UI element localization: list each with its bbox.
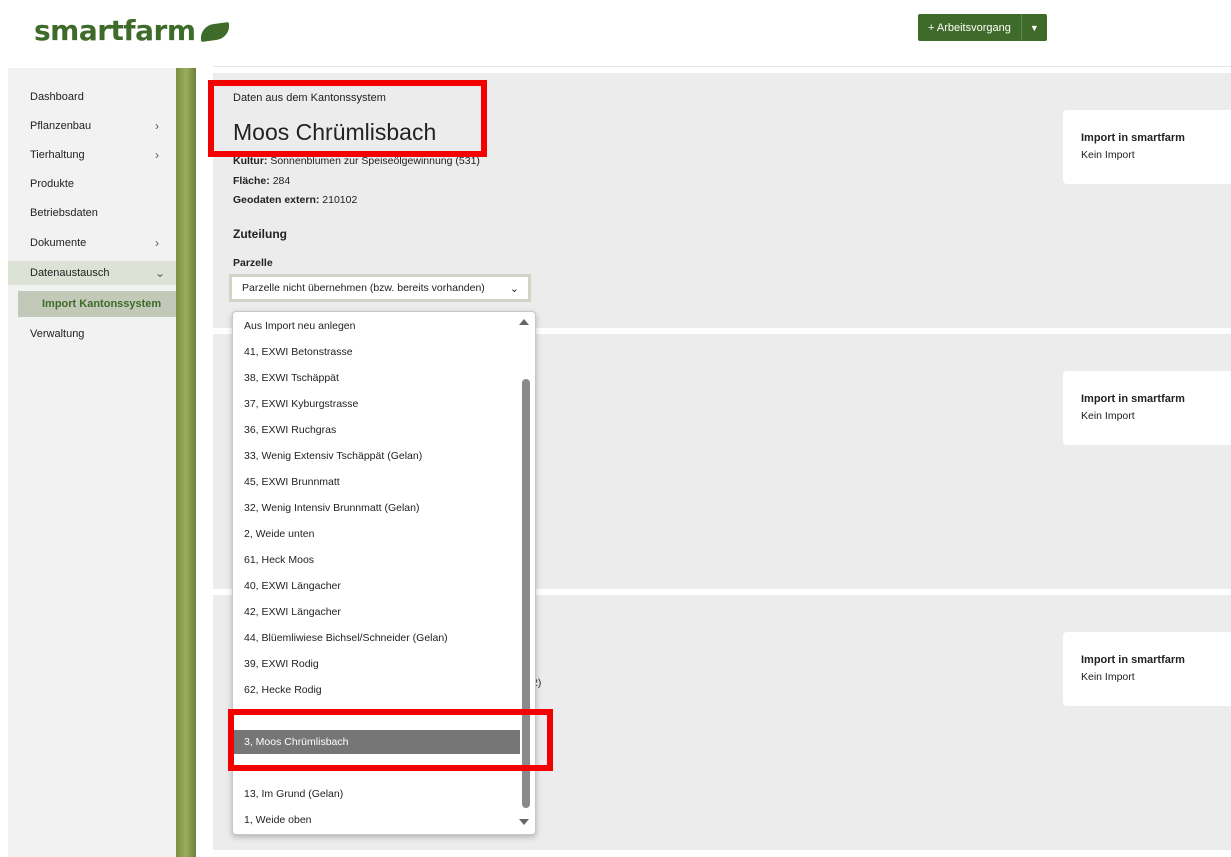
add-arbeitsvorgang-button[interactable]: + Arbeitsvorgang ▼: [918, 14, 1047, 41]
import-card-value: Kein Import: [1081, 671, 1135, 683]
dropdown-option[interactable]: Aus Import neu anlegen: [234, 314, 520, 338]
highlight-box-selected-option: [228, 709, 553, 771]
scroll-up-arrow-icon[interactable]: [519, 319, 529, 325]
sidebar-item-verwaltung[interactable]: Verwaltung: [8, 323, 176, 345]
sidebar-item-pflanzenbau[interactable]: Pflanzenbau ›: [8, 115, 176, 137]
flaeche-field: Fläche: 284: [233, 175, 290, 187]
divider: [213, 66, 1231, 67]
dropdown-option[interactable]: 39, EXWI Rodig: [234, 652, 520, 676]
parzelle-select[interactable]: Parzelle nicht übernehmen (bzw. bereits …: [229, 274, 531, 302]
parzelle-select-value: Parzelle nicht übernehmen (bzw. bereits …: [242, 282, 485, 294]
flaeche-value: 284: [272, 175, 291, 187]
dropdown-option[interactable]: 42, EXWI Längacher: [234, 600, 520, 624]
sidebar-item-label: Tierhaltung: [30, 149, 85, 161]
import-card-title: Import in smartfarm: [1081, 654, 1185, 666]
sidebar-item-label: Produkte: [30, 178, 75, 190]
highlight-box-title: [208, 80, 487, 157]
geodaten-field: Geodaten extern: 210102: [233, 194, 357, 206]
sidebar-item-dashboard[interactable]: Dashboard: [8, 86, 176, 108]
dropdown-option[interactable]: 61, Heck Moos: [234, 548, 520, 572]
sidebar-item-label: Dashboard: [30, 91, 84, 103]
import-status-card: Import in smartfarm Kein Import: [1063, 110, 1231, 184]
dropdown-option[interactable]: 1, Weide oben: [234, 808, 520, 832]
sidebar: Dashboard Pflanzenbau › Tierhaltung › Pr…: [8, 68, 176, 857]
dropdown-option[interactable]: 45, EXWI Brunnmatt: [234, 470, 520, 494]
add-arbeitsvorgang-label[interactable]: + Arbeitsvorgang: [918, 14, 1022, 41]
dropdown-option[interactable]: 40, EXWI Längacher: [234, 574, 520, 598]
dropdown-option[interactable]: 38, EXWI Tschäppät: [234, 366, 520, 390]
caret-down-icon[interactable]: ▼: [1022, 23, 1047, 33]
chevron-down-icon: ⌄: [509, 282, 519, 295]
flaeche-label: Fläche:: [233, 175, 270, 187]
dropdown-option[interactable]: 37, EXWI Kyburgstrasse: [234, 392, 520, 416]
sidebar-item-label: Betriebsdaten: [30, 207, 98, 219]
leaf-icon: [198, 21, 231, 43]
import-card-value: Kein Import: [1081, 149, 1135, 161]
dropdown-option[interactable]: 62, Hecke Rodig: [234, 678, 520, 702]
import-card-title: Import in smartfarm: [1081, 132, 1185, 144]
dropdown-option[interactable]: 13, Im Grund (Gelan): [234, 782, 520, 806]
import-status-card: Import in smartfarm Kein Import: [1063, 371, 1231, 445]
sidebar-item-betriebsdaten[interactable]: Betriebsdaten: [8, 202, 176, 224]
geodaten-value: 210102: [322, 194, 358, 206]
sidebar-item-dokumente[interactable]: Dokumente ›: [8, 232, 176, 254]
scroll-down-arrow-icon[interactable]: [519, 819, 529, 825]
sidebar-item-tierhaltung[interactable]: Tierhaltung ›: [8, 144, 176, 166]
dropdown-option[interactable]: 36, EXWI Ruchgras: [234, 418, 520, 442]
dropdown-option[interactable]: 41, EXWI Betonstrasse: [234, 340, 520, 364]
dropdown-option[interactable]: 32, Wenig Intensiv Brunnmatt (Gelan): [234, 496, 520, 520]
sidebar-item-label: Import Kantonssystem: [42, 298, 162, 310]
sidebar-item-datenaustausch[interactable]: Datenaustausch ⌄: [8, 261, 176, 285]
dropdown-option[interactable]: 44, Blüemliwiese Bichsel/Schneider (Gela…: [234, 626, 520, 650]
decorative-image-strip: [176, 68, 196, 857]
sidebar-item-label: Dokumente: [30, 237, 87, 249]
import-card-title: Import in smartfarm: [1081, 393, 1185, 405]
zuteilung-heading: Zuteilung: [233, 227, 287, 241]
chevron-right-icon: ›: [155, 236, 159, 250]
sidebar-item-produkte[interactable]: Produkte: [8, 173, 176, 195]
parzelle-label: Parzelle: [233, 257, 273, 269]
chevron-right-icon: ›: [155, 119, 159, 133]
chevron-right-icon: ›: [155, 148, 159, 162]
chevron-down-icon: ⌄: [155, 266, 166, 280]
geodaten-label: Geodaten extern:: [233, 194, 320, 206]
import-card-value: Kein Import: [1081, 410, 1135, 422]
dropdown-option[interactable]: 33, Wenig Extensiv Tschäppät (Gelan): [234, 444, 520, 468]
sidebar-item-import-kantonssystem[interactable]: Import Kantonssystem: [18, 291, 176, 317]
logo-text: smartfarm: [34, 14, 196, 47]
dropdown-option[interactable]: 2, Weide unten: [234, 522, 520, 546]
sidebar-item-label: Datenaustausch: [30, 267, 110, 279]
import-status-card: Import in smartfarm Kein Import: [1063, 632, 1231, 706]
sidebar-item-label: Pflanzenbau: [30, 120, 92, 132]
smartfarm-logo[interactable]: smartfarm: [34, 14, 231, 47]
sidebar-item-label: Verwaltung: [30, 328, 85, 340]
